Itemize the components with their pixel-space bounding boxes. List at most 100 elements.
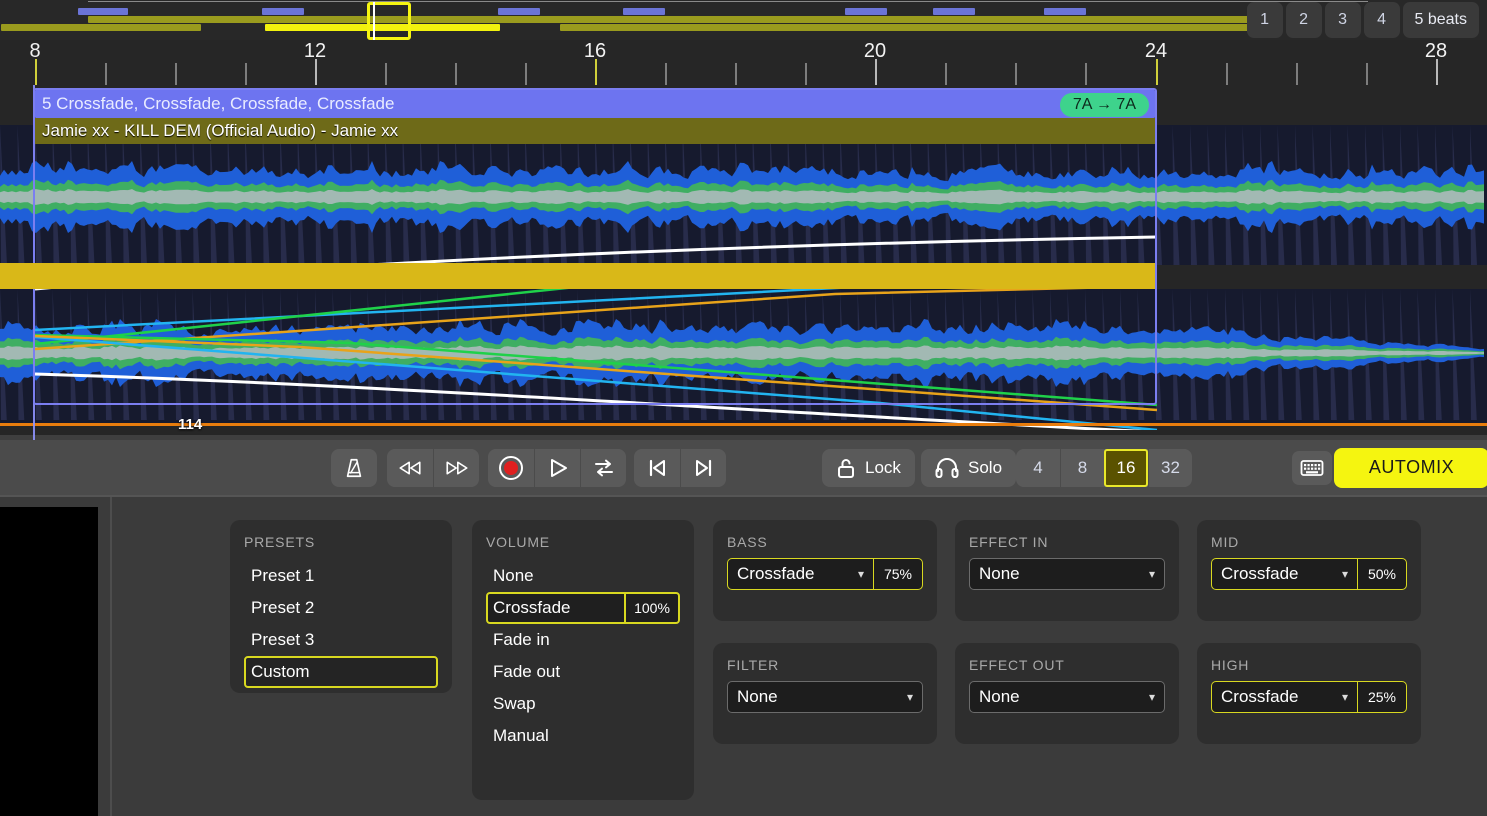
high-percent[interactable]: 25% [1357, 681, 1407, 713]
effect-in-control-row: None ▾ [969, 558, 1165, 590]
filter-value: None [737, 687, 778, 707]
high-control-row: Crossfade ▾ 25% [1211, 681, 1407, 713]
volume-item-none[interactable]: None [486, 560, 680, 592]
solo-label: Solo [968, 458, 1002, 478]
loop-length-32[interactable]: 32 [1148, 449, 1192, 487]
track-a-title-bar[interactable]: Jamie xx - KILL DEM (Official Audio) - J… [35, 118, 1155, 144]
preset-item-custom[interactable]: Custom [244, 656, 438, 688]
beat-option-3[interactable]: 3 [1325, 2, 1361, 38]
skip-previous-button[interactable] [634, 449, 680, 487]
fast-forward-icon [444, 458, 470, 478]
bpm-label: 114 [178, 416, 202, 433]
loop-button[interactable] [580, 449, 626, 487]
overview-segment [560, 24, 1268, 31]
ruler-tick-minor [455, 63, 457, 85]
crossfade-region-label: 5 Crossfade, Crossfade, Crossfade, Cross… [35, 94, 394, 114]
loop-icon [592, 457, 616, 479]
ruler-tick-minor [1366, 63, 1368, 85]
high-value: Crossfade [1221, 687, 1298, 707]
metronome-group [331, 449, 377, 487]
track-b-title-bar[interactable]: a - Topic [0, 263, 1155, 289]
overview-segment [1044, 8, 1086, 15]
skip-previous-icon [646, 457, 668, 479]
lock-button[interactable]: Lock [822, 449, 915, 487]
volume-item-swap[interactable]: Swap [486, 688, 680, 720]
play-button[interactable] [534, 449, 580, 487]
mid-percent[interactable]: 50% [1357, 558, 1407, 590]
ruler-tick-major [595, 59, 597, 85]
bass-card: BASS Crossfade ▾ 75% [713, 520, 937, 621]
overview-segment [933, 8, 975, 15]
headphones-icon [935, 458, 959, 478]
record-button[interactable] [488, 449, 534, 487]
preset-item-preset-1[interactable]: Preset 1 [244, 560, 438, 592]
beat-option-1[interactable]: 1 [1247, 2, 1283, 38]
chevron-down-icon: ▾ [1342, 567, 1348, 581]
mid-select[interactable]: Crossfade ▾ [1211, 558, 1357, 590]
preset-item-preset-2[interactable]: Preset 2 [244, 592, 438, 624]
ruler-tick-minor [385, 63, 387, 85]
loop-length-8[interactable]: 8 [1060, 449, 1104, 487]
effect-out-title: EFFECT OUT [955, 643, 1179, 673]
beat-option-5-beats[interactable]: 5 beats [1403, 2, 1479, 38]
beats-selector[interactable]: 12345 beats [1247, 2, 1479, 38]
effect-out-card: EFFECT OUT None ▾ [955, 643, 1179, 744]
mid-title: MID [1197, 520, 1421, 550]
ruler-tick-minor [175, 63, 177, 85]
skip-next-button[interactable] [680, 449, 726, 487]
volume-item-manual[interactable]: Manual [486, 720, 680, 752]
mid-value: Crossfade [1221, 564, 1298, 584]
beat-option-4[interactable]: 4 [1364, 2, 1400, 38]
filter-select[interactable]: None ▾ [727, 681, 923, 713]
volume-percent[interactable]: 100% [624, 594, 678, 622]
rewind-icon [397, 458, 423, 478]
rewind-button[interactable] [387, 449, 433, 487]
keyboard-shortcuts-button[interactable] [1292, 451, 1332, 485]
waveform-timeline[interactable]: 5 Crossfade, Crossfade, Crossfade, Cross… [0, 85, 1487, 440]
ruler-tick-minor [1015, 63, 1017, 85]
keyboard-icon [1300, 459, 1324, 477]
loop-length-4[interactable]: 4 [1016, 449, 1060, 487]
timeline-ruler[interactable]: 81216202428 [0, 40, 1487, 85]
panel-divider [0, 495, 1487, 497]
effect-in-select[interactable]: None ▾ [969, 558, 1165, 590]
volume-item-fade-in[interactable]: Fade in [486, 624, 680, 656]
ruler-tick-minor [945, 63, 947, 85]
overview-playhead[interactable] [373, 2, 375, 40]
key-badge: 7A → 7A [1060, 93, 1149, 117]
bass-percent[interactable]: 75% [873, 558, 923, 590]
overview-segment [498, 8, 540, 15]
effect-out-select[interactable]: None ▾ [969, 681, 1165, 713]
effect-in-value: None [979, 564, 1020, 584]
ruler-tick-major [35, 59, 37, 85]
volume-item-fade-out[interactable]: Fade out [486, 656, 680, 688]
record-icon [498, 455, 524, 481]
seek-group [387, 449, 479, 487]
fast-forward-button[interactable] [433, 449, 479, 487]
high-select[interactable]: Crossfade ▾ [1211, 681, 1357, 713]
loop-length-selector[interactable]: 481632 [1016, 449, 1192, 487]
beat-option-2[interactable]: 2 [1286, 2, 1322, 38]
bass-select[interactable]: Crossfade ▾ [727, 558, 873, 590]
preset-item-preset-3[interactable]: Preset 3 [244, 624, 438, 656]
solo-button[interactable]: Solo [921, 449, 1016, 487]
chevron-down-icon: ▾ [907, 690, 913, 704]
overview-segment [623, 8, 665, 15]
ruler-tick-minor [1085, 63, 1087, 85]
ruler-tick-minor [735, 63, 737, 85]
metronome-button[interactable] [331, 449, 377, 487]
chevron-down-icon: ▾ [858, 567, 864, 581]
automix-button[interactable]: AUTOMIX [1334, 448, 1487, 488]
ruler-tick-minor [1226, 63, 1228, 85]
filter-card: FILTER None ▾ [713, 643, 937, 744]
crossfade-region-header[interactable]: 5 Crossfade, Crossfade, Crossfade, Cross… [35, 90, 1155, 118]
loop-length-16[interactable]: 16 [1104, 449, 1148, 487]
ruler-tick-minor [105, 63, 107, 85]
chevron-down-icon: ▾ [1149, 567, 1155, 581]
effect-in-title: EFFECT IN [955, 520, 1179, 550]
volume-card: VOLUME NoneCrossfade100%Fade inFade outS… [472, 520, 694, 800]
skip-group [634, 449, 726, 487]
volume-item-crossfade[interactable]: Crossfade100% [486, 592, 680, 624]
metronome-icon [343, 457, 365, 479]
mid-card: MID Crossfade ▾ 50% [1197, 520, 1421, 621]
